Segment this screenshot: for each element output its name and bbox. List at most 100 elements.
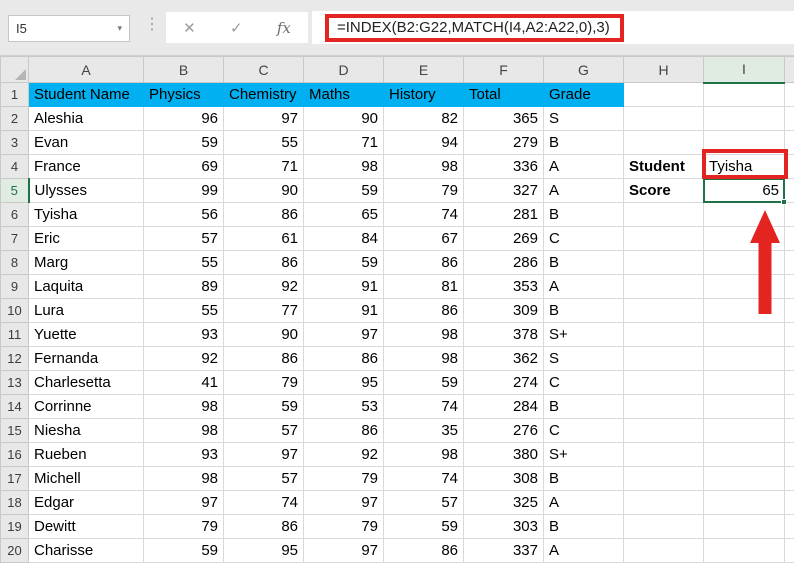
column-header-G[interactable]: G xyxy=(544,57,624,83)
cell-A15[interactable]: Niesha xyxy=(29,419,144,443)
cell-C3[interactable]: 55 xyxy=(224,131,304,155)
cell-D9[interactable]: 91 xyxy=(304,275,384,299)
cell-F3[interactable]: 279 xyxy=(464,131,544,155)
cell-D14[interactable]: 53 xyxy=(304,395,384,419)
cell-F13[interactable]: 274 xyxy=(464,371,544,395)
cell-H8[interactable] xyxy=(624,251,704,275)
row-header-12[interactable]: 12 xyxy=(1,347,29,371)
cell-D17[interactable]: 79 xyxy=(304,467,384,491)
cell-B2[interactable]: 96 xyxy=(144,107,224,131)
cell-B19[interactable]: 79 xyxy=(144,515,224,539)
cell-A13[interactable]: Charlesetta xyxy=(29,371,144,395)
cell-C9[interactable]: 92 xyxy=(224,275,304,299)
cell-C5[interactable]: 90 xyxy=(224,179,304,203)
cancel-icon[interactable]: ✕ xyxy=(183,19,196,37)
cell-B7[interactable]: 57 xyxy=(144,227,224,251)
row-header-4[interactable]: 4 xyxy=(1,155,29,179)
name-box[interactable]: I5 ▾ xyxy=(8,15,130,42)
row-header-17[interactable]: 17 xyxy=(1,467,29,491)
cell-A18[interactable]: Edgar xyxy=(29,491,144,515)
row-header-15[interactable]: 15 xyxy=(1,419,29,443)
cell-A2[interactable]: Aleshia xyxy=(29,107,144,131)
cell-A9[interactable]: Laquita xyxy=(29,275,144,299)
cell-A14[interactable]: Corrinne xyxy=(29,395,144,419)
cell-I4[interactable]: Tyisha xyxy=(704,155,785,179)
cell-G7[interactable]: C xyxy=(544,227,624,251)
cell-C8[interactable]: 86 xyxy=(224,251,304,275)
cell-F10[interactable]: 309 xyxy=(464,299,544,323)
cell-C19[interactable]: 86 xyxy=(224,515,304,539)
cell-C12[interactable]: 86 xyxy=(224,347,304,371)
cell-G13[interactable]: C xyxy=(544,371,624,395)
cell-D2[interactable]: 90 xyxy=(304,107,384,131)
cell-D19[interactable]: 79 xyxy=(304,515,384,539)
cell-D3[interactable]: 71 xyxy=(304,131,384,155)
cell-E10[interactable]: 86 xyxy=(384,299,464,323)
row-header-14[interactable]: 14 xyxy=(1,395,29,419)
cell-G10[interactable]: B xyxy=(544,299,624,323)
cell-C4[interactable]: 71 xyxy=(224,155,304,179)
cell-F18[interactable]: 325 xyxy=(464,491,544,515)
cell-A8[interactable]: Marg xyxy=(29,251,144,275)
cell-E11[interactable]: 98 xyxy=(384,323,464,347)
cell-D7[interactable]: 84 xyxy=(304,227,384,251)
cell-G4[interactable]: A xyxy=(544,155,624,179)
cell-D6[interactable]: 65 xyxy=(304,203,384,227)
cell-A10[interactable]: Lura xyxy=(29,299,144,323)
cell-I3[interactable] xyxy=(704,131,785,155)
cell-B5[interactable]: 99 xyxy=(144,179,224,203)
cell-A16[interactable]: Rueben xyxy=(29,443,144,467)
cell-G2[interactable]: S xyxy=(544,107,624,131)
cell-E4[interactable]: 98 xyxy=(384,155,464,179)
cell-I17[interactable] xyxy=(704,467,785,491)
column-header-D[interactable]: D xyxy=(304,57,384,83)
cell-F17[interactable]: 308 xyxy=(464,467,544,491)
cell-B18[interactable]: 97 xyxy=(144,491,224,515)
cell-B6[interactable]: 56 xyxy=(144,203,224,227)
cell-B10[interactable]: 55 xyxy=(144,299,224,323)
cell-E16[interactable]: 98 xyxy=(384,443,464,467)
cell-I16[interactable] xyxy=(704,443,785,467)
cell-H4[interactable]: Student xyxy=(624,155,704,179)
column-header-A[interactable]: A xyxy=(29,57,144,83)
cell-D18[interactable]: 97 xyxy=(304,491,384,515)
cell-A1[interactable]: Student Name xyxy=(29,83,144,107)
cell-I5[interactable]: 65 xyxy=(704,179,785,203)
cell-E6[interactable]: 74 xyxy=(384,203,464,227)
cell-D8[interactable]: 59 xyxy=(304,251,384,275)
cell-G15[interactable]: C xyxy=(544,419,624,443)
cell-D11[interactable]: 97 xyxy=(304,323,384,347)
row-header-3[interactable]: 3 xyxy=(1,131,29,155)
row-header-8[interactable]: 8 xyxy=(1,251,29,275)
cell-A12[interactable]: Fernanda xyxy=(29,347,144,371)
cell-I13[interactable] xyxy=(704,371,785,395)
column-header-I[interactable]: I xyxy=(704,57,785,83)
fill-handle[interactable] xyxy=(781,199,787,205)
row-header-7[interactable]: 7 xyxy=(1,227,29,251)
cell-H6[interactable] xyxy=(624,203,704,227)
cell-E5[interactable]: 79 xyxy=(384,179,464,203)
select-all-corner[interactable] xyxy=(1,57,29,83)
cell-C2[interactable]: 97 xyxy=(224,107,304,131)
row-header-13[interactable]: 13 xyxy=(1,371,29,395)
cell-D15[interactable]: 86 xyxy=(304,419,384,443)
enter-icon[interactable]: ✓ xyxy=(230,19,243,37)
cell-G16[interactable]: S+ xyxy=(544,443,624,467)
cell-B16[interactable]: 93 xyxy=(144,443,224,467)
cell-F19[interactable]: 303 xyxy=(464,515,544,539)
row-header-11[interactable]: 11 xyxy=(1,323,29,347)
cell-F15[interactable]: 276 xyxy=(464,419,544,443)
cell-E7[interactable]: 67 xyxy=(384,227,464,251)
cell-A4[interactable]: France xyxy=(29,155,144,179)
cell-B13[interactable]: 41 xyxy=(144,371,224,395)
cell-E9[interactable]: 81 xyxy=(384,275,464,299)
cell-D13[interactable]: 95 xyxy=(304,371,384,395)
row-header-1[interactable]: 1 xyxy=(1,83,29,107)
cell-G11[interactable]: S+ xyxy=(544,323,624,347)
cell-B17[interactable]: 98 xyxy=(144,467,224,491)
cell-F16[interactable]: 380 xyxy=(464,443,544,467)
cell-E12[interactable]: 98 xyxy=(384,347,464,371)
cell-H19[interactable] xyxy=(624,515,704,539)
cell-E15[interactable]: 35 xyxy=(384,419,464,443)
cell-F14[interactable]: 284 xyxy=(464,395,544,419)
